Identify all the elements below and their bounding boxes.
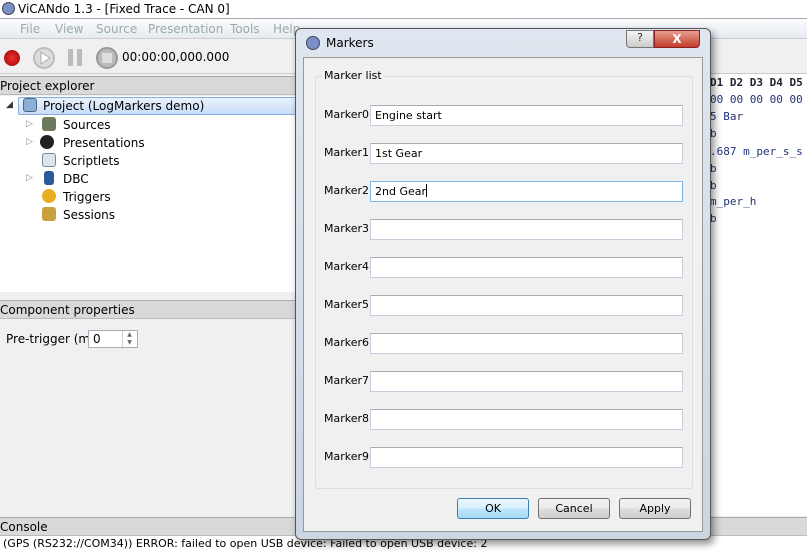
marker-label: Marker4	[324, 260, 370, 273]
tree-item-dbc[interactable]: DBC	[63, 170, 89, 188]
app-icon	[2, 2, 15, 15]
dialog-title: Markers	[326, 36, 374, 50]
close-button[interactable]: X	[654, 30, 700, 48]
project-explorer-header: Project explorer	[0, 76, 300, 95]
menu-presentation[interactable]: Presentation	[148, 22, 223, 36]
marker-9-input[interactable]	[370, 447, 683, 468]
marker-label: Marker6	[324, 336, 370, 349]
trace-line: .687 m_per_s_s	[710, 145, 803, 158]
expand-arrow-icon[interactable]: ▷	[26, 137, 33, 147]
triggers-icon	[42, 189, 56, 203]
apply-button[interactable]: Apply	[619, 498, 691, 519]
marker-list-label: Marker list	[322, 69, 384, 82]
cancel-button[interactable]: Cancel	[538, 498, 610, 519]
marker-label: Marker2	[324, 184, 370, 197]
stepper-down-icon[interactable]: ▼	[123, 339, 136, 347]
marker-1-input[interactable]: 1st Gear	[370, 143, 683, 164]
marker-7-input[interactable]	[370, 371, 683, 392]
window-title: ViCANdo 1.3 - [Fixed Trace - CAN 0]	[18, 2, 230, 16]
marker-label: Marker3	[324, 222, 370, 235]
marker-label: Marker1	[324, 146, 370, 159]
play-icon[interactable]	[33, 47, 55, 69]
marker-2-input[interactable]: 2nd Gear	[370, 181, 683, 202]
marker-value: 1st Gear	[375, 147, 423, 160]
marker-4-input[interactable]	[370, 257, 683, 278]
tree-item-sources[interactable]: Sources	[63, 116, 110, 134]
presentations-icon	[40, 135, 54, 149]
marker-0-input[interactable]: Engine start	[370, 105, 683, 126]
marker-label: Marker9	[324, 450, 370, 463]
stepper-up-icon[interactable]: ▲	[123, 331, 136, 339]
marker-value: 2nd Gear	[375, 185, 427, 198]
tree-item-scriptlets[interactable]: Scriptlets	[63, 152, 119, 170]
marker-5-input[interactable]	[370, 295, 683, 316]
trace-header: D1 D2 D3 D4 D5	[710, 76, 803, 89]
marker-8-input[interactable]	[370, 409, 683, 430]
menu-tools[interactable]: Tools	[230, 22, 260, 36]
pretrigger-label: Pre-trigger (ms)	[6, 332, 102, 346]
sessions-icon	[42, 207, 56, 221]
tree-root-project[interactable]: Project (LogMarkers demo)	[43, 97, 204, 115]
tree-item-sessions[interactable]: Sessions	[63, 206, 115, 224]
marker-label: Marker7	[324, 374, 370, 387]
help-button[interactable]: ?	[626, 30, 654, 48]
marker-label: Marker8	[324, 412, 370, 425]
component-properties-header: Component properties	[0, 300, 300, 319]
marker-6-input[interactable]	[370, 333, 683, 354]
marker-label: Marker0	[324, 108, 370, 121]
record-icon[interactable]	[4, 50, 20, 66]
scriptlets-icon	[42, 153, 56, 167]
expand-arrow-icon[interactable]: ▷	[26, 119, 33, 129]
trace-line: m_per_h	[710, 195, 757, 208]
marker-label: Marker5	[324, 298, 370, 311]
tree-item-triggers[interactable]: Triggers	[63, 188, 111, 206]
sources-icon	[42, 117, 56, 131]
dbc-icon	[44, 171, 54, 185]
dialog-body: Marker list Marker0 Engine start Marker1 1s…	[303, 57, 703, 532]
trace-view: D1 D2 D3 D4 D5 00 00 00 00 00 5 Bar b .6…	[700, 74, 807, 516]
ok-button[interactable]: OK	[457, 498, 529, 519]
menu-view[interactable]: View	[55, 22, 83, 36]
time-display: 00:00:00,000.000	[122, 50, 230, 64]
marker-3-input[interactable]	[370, 219, 683, 240]
expand-arrow-icon[interactable]: ▷	[26, 173, 33, 183]
menu-source[interactable]: Source	[96, 22, 137, 36]
app-icon	[306, 36, 320, 50]
pause-icon[interactable]	[65, 47, 85, 69]
stop-icon[interactable]	[96, 47, 118, 69]
expand-arrow-icon[interactable]: ◢	[6, 100, 13, 110]
window-titlebar: ViCANdo 1.3 - [Fixed Trace - CAN 0]	[0, 0, 807, 18]
marker-value: Engine start	[375, 109, 442, 122]
pretrigger-stepper[interactable]: ▲ ▼	[122, 331, 136, 347]
trace-line: 5 Bar	[710, 110, 744, 123]
markers-dialog: Markers ? X Marker list Marker0 Engine st…	[295, 28, 711, 540]
project-icon	[23, 98, 37, 112]
text-caret	[426, 184, 428, 197]
tree-item-presentations[interactable]: Presentations	[63, 134, 145, 152]
trace-line: 00 00 00 00 00	[710, 93, 803, 106]
menu-file[interactable]: File	[20, 22, 40, 36]
